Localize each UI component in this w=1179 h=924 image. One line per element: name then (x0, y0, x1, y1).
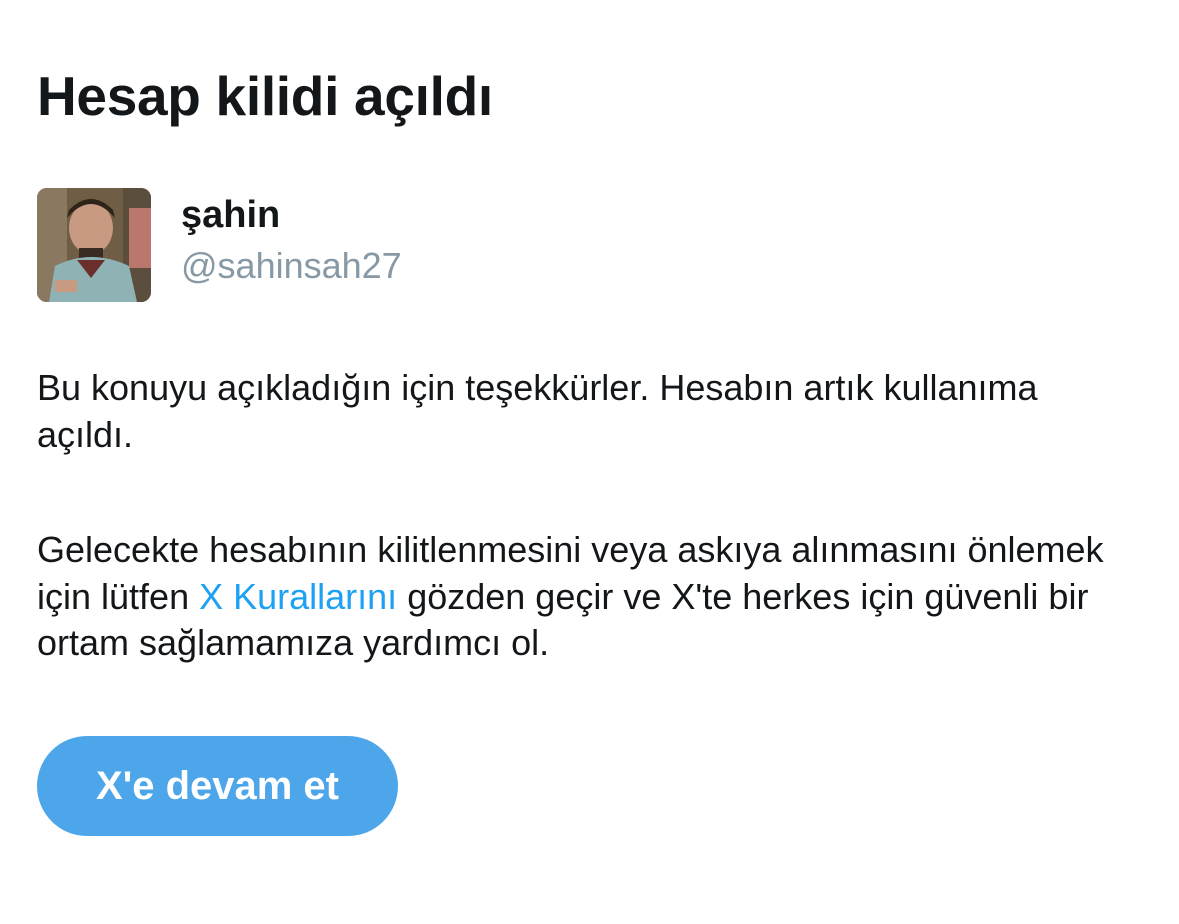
avatar (37, 188, 151, 302)
page-title: Hesap kilidi açıldı (37, 65, 493, 127)
message-paragraph-thanks: Bu konuyu açıkladığın için teşekkürler. … (37, 367, 1038, 455)
profile-photo-icon (37, 188, 151, 302)
display-name: şahin (181, 194, 281, 236)
continue-to-x-button[interactable]: X'e devam et (37, 736, 398, 836)
user-handle: @sahinsah27 (181, 245, 402, 286)
x-rules-link[interactable]: X Kurallarını (199, 576, 397, 617)
message-paragraph-rules: Gelecekte hesabının kilitlenmesini veya … (37, 527, 1127, 667)
account-unlocked-page: Hesap kilidi açıldı şahin @sahinsah27 Bu… (37, 0, 1147, 924)
user-names: şahin @sahinsah27 (181, 192, 402, 288)
user-profile: şahin @sahinsah27 (37, 188, 737, 304)
